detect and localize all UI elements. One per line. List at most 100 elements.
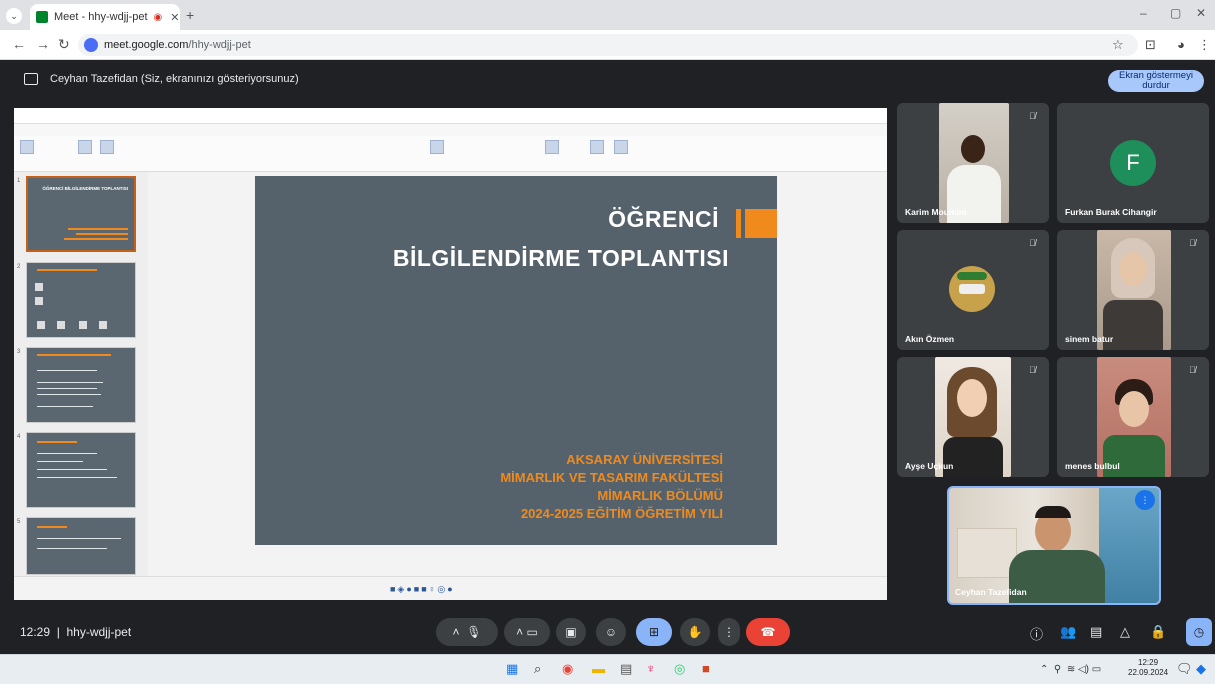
participant-name: menes bulbul <box>1065 461 1120 471</box>
calculator-icon[interactable]: ▤ <box>620 661 632 677</box>
thumb-title: ÖĞRENCİ BİLGİLENDİRME TOPLANTISI <box>42 186 128 191</box>
slide-notes-area <box>150 553 887 567</box>
profile-icon[interactable]: ◕ <box>1177 37 1185 52</box>
participant-avatar: F <box>1110 140 1156 186</box>
microphone-icon[interactable]: 🎙 <box>466 625 481 639</box>
slide-thumbnail[interactable] <box>26 517 136 575</box>
minimize-icon[interactable]: – <box>1140 6 1147 20</box>
ribbon-dictate-icon <box>545 140 559 154</box>
audio-options-chevron-icon[interactable]: ˄ <box>453 625 460 639</box>
notification-icon[interactable]: 🗨 <box>1176 661 1193 677</box>
more-vert-icon: ⋮ <box>723 625 735 639</box>
participant-name: Furkan Burak Cihangir <box>1065 207 1157 217</box>
thumb-number: 5 <box>17 519 21 525</box>
camera-control[interactable]: ˄ ▭ <box>504 618 550 646</box>
audio-level-icon: ⋮ <box>1135 490 1155 510</box>
url-field[interactable]: meet.google.com/hhy-wdjj-pet <box>78 34 1138 56</box>
new-tab-icon[interactable]: + <box>186 7 194 23</box>
browser-tab[interactable]: Meet - hhy-wdjj-pet ◉ ✕ <box>30 4 180 30</box>
windows-taskbar <box>0 654 1215 684</box>
meeting-code: hhy-wdjj-pet <box>66 625 132 639</box>
participant-tile[interactable]: 🎙̸ Karim Moumini <box>897 103 1049 223</box>
powerpoint-icon[interactable]: ■ <box>702 661 710 676</box>
taskbar-clock[interactable]: 12:29 22.09.2024 <box>1128 658 1168 678</box>
timer-icon: ◷ <box>1193 625 1205 639</box>
people-icon[interactable]: 👥 <box>1060 624 1076 640</box>
captions-icon: ▣ <box>565 625 577 639</box>
browser-menu-icon[interactable]: ⋮ <box>1198 37 1211 53</box>
copilot-icon[interactable]: ◆ <box>1196 661 1206 677</box>
slide-thumbnail[interactable] <box>26 262 136 338</box>
participant-name: Karim Moumini <box>905 207 967 217</box>
taskbar-time: 12:29 <box>1138 658 1159 667</box>
activities-icon[interactable]: △ <box>1120 624 1130 640</box>
timer-button[interactable]: ◷ <box>1186 618 1212 646</box>
mic-muted-icon: 🎙̸ <box>1029 365 1036 375</box>
participant-tile[interactable]: 🎙̸ sinem batur <box>1057 230 1209 350</box>
browser-tab-bar <box>0 0 1215 30</box>
participant-name: Ayşe Uçkun <box>905 461 954 471</box>
present-button[interactable]: ⊞ <box>636 618 672 646</box>
start-icon[interactable]: ▦ <box>506 661 518 677</box>
ppt-ribbon <box>14 136 887 172</box>
participant-video <box>935 357 1011 477</box>
tab-search-icon[interactable]: ⌄ <box>6 8 22 24</box>
meeting-details-icon[interactable]: ⓘ <box>1030 624 1043 643</box>
back-icon[interactable]: ← <box>12 36 26 52</box>
stop-presenting-button[interactable]: Ekran göstermeyi durdur <box>1108 70 1204 92</box>
tab-close-icon[interactable]: ✕ <box>170 11 179 24</box>
site-info-icon[interactable] <box>84 38 98 52</box>
slide-thumbnail[interactable] <box>26 347 136 423</box>
slide-title-line1: ÖĞRENCİ <box>608 206 719 232</box>
reactions-button[interactable]: ☺ <box>596 618 626 646</box>
tab-title: Meet - hhy-wdjj-pet <box>54 11 148 23</box>
present-screen-icon <box>24 73 38 85</box>
system-tray[interactable]: ⌃ ⚲ ≋ ◁) ▭ <box>1040 664 1101 675</box>
extensions-icon[interactable]: ⊡ <box>1145 37 1156 53</box>
ribbon-arrange-icon <box>430 140 444 154</box>
video-options-chevron-icon[interactable]: ˄ <box>516 625 523 639</box>
meet-favicon-icon <box>36 11 48 23</box>
chat-icon[interactable]: ▤ <box>1090 624 1102 640</box>
taskbar-date: 22.09.2024 <box>1128 668 1169 677</box>
maximize-icon[interactable]: ▢ <box>1170 6 1181 20</box>
recording-indicator-icon: ◉ <box>153 11 163 23</box>
mic-control[interactable]: ˄ 🎙 <box>436 618 498 646</box>
slide-org-line: 2024-2025 EĞİTİM ÖĞRETİM YILI <box>520 506 723 521</box>
search-icon[interactable]: ⌕ <box>534 661 541 677</box>
participant-tile[interactable]: 🎙̸ menes bulbul <box>1057 357 1209 477</box>
mic-muted-icon: 🎙̸ <box>1189 238 1196 248</box>
chrome-icon[interactable]: ◉ <box>562 661 573 677</box>
whatsapp-icon[interactable]: ◎ <box>674 661 685 677</box>
ribbon-layout-icon <box>100 140 114 154</box>
end-call-icon: ☎ <box>760 625 776 639</box>
bookmark-star-icon[interactable]: ☆ <box>1112 37 1124 53</box>
slide-org-line: MİMARLIK BÖLÜMÜ <box>597 488 723 503</box>
app-icon[interactable]: ♆ <box>646 661 656 676</box>
reload-icon[interactable]: ↻ <box>58 36 70 53</box>
slide-thumbnail[interactable] <box>26 432 136 508</box>
slide-org-line: AKSARAY ÜNİVERSİTESİ <box>566 452 723 467</box>
slide-org-line: MİMARLIK VE TASARIM FAKÜLTESİ <box>500 470 723 485</box>
meeting-clock: 12:29 | hhy-wdjj-pet <box>20 625 132 639</box>
thumb-number: 3 <box>17 349 21 355</box>
host-controls-icon[interactable]: 🔒 <box>1150 624 1166 640</box>
slide-title-line2: BİLGİLENDİRME TOPLANTISI <box>392 245 729 271</box>
thumb-number: 1 <box>17 178 21 184</box>
slide-thumbnail[interactable]: ÖĞRENCİ BİLGİLENDİRME TOPLANTISI <box>26 176 136 252</box>
camera-icon[interactable]: ▭ <box>527 625 538 639</box>
raise-hand-button[interactable]: ✋ <box>680 618 710 646</box>
file-explorer-icon[interactable]: ▬ <box>592 661 605 676</box>
forward-icon[interactable]: → <box>36 36 50 52</box>
ribbon-new-slide-icon <box>78 140 92 154</box>
captions-button[interactable]: ▣ <box>556 618 586 646</box>
participant-tile[interactable]: 🎙̸ Ayşe Uçkun <box>897 357 1049 477</box>
self-name: Ceyhan Tazefidan <box>955 587 1027 597</box>
emoji-icon: ☺ <box>604 625 618 639</box>
mic-muted-icon: 🎙̸ <box>1029 111 1036 121</box>
more-options-button[interactable]: ⋮ <box>718 618 740 646</box>
window-close-icon[interactable]: ✕ <box>1196 6 1206 20</box>
thumb-number: 2 <box>17 264 21 270</box>
leave-call-button[interactable]: ☎ <box>746 618 790 646</box>
participant-tile[interactable]: 🎙̸ Akın Özmen <box>897 230 1049 350</box>
